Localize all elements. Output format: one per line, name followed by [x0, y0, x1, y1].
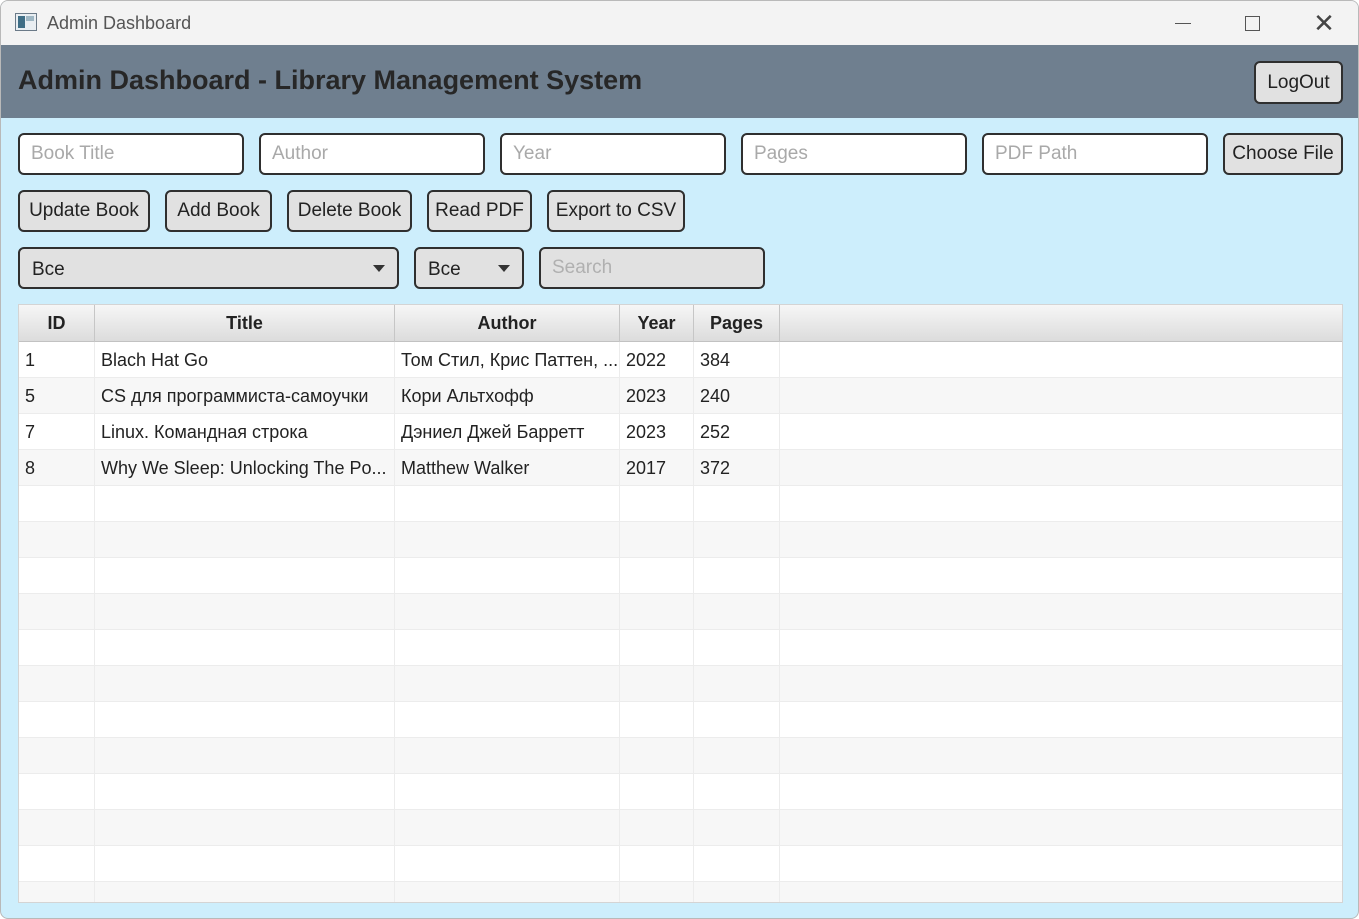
- column-header-filler: [780, 305, 1342, 342]
- app-window: Admin Dashboard ✕ Admin Dashboard - Libr…: [0, 0, 1359, 919]
- search-input[interactable]: [539, 247, 765, 289]
- cell-year: 2023: [620, 414, 694, 450]
- empty-row: [19, 810, 1342, 846]
- maximize-icon: [1244, 15, 1260, 31]
- cell-title: Blach Hat Go: [95, 342, 395, 378]
- chevron-down-icon: [498, 265, 510, 272]
- cell-author: Matthew Walker: [395, 450, 620, 486]
- cell-filler: [780, 450, 1342, 486]
- window-title: Admin Dashboard: [47, 13, 192, 33]
- cell-id: 8: [19, 450, 95, 486]
- filter-dropdown-2-value: Все: [428, 259, 461, 280]
- cell-author: Дэниел Джей Барретт: [395, 414, 620, 450]
- empty-row: [19, 522, 1342, 558]
- header-bar: Admin Dashboard - Library Management Sys…: [1, 45, 1358, 118]
- empty-row: [19, 882, 1342, 902]
- empty-row: [19, 594, 1342, 630]
- empty-row: [19, 558, 1342, 594]
- app-icon: [15, 13, 37, 31]
- empty-row: [19, 846, 1342, 882]
- cell-title: Linux. Командная строка: [95, 414, 395, 450]
- read-pdf-button[interactable]: Read PDF: [427, 190, 532, 232]
- cell-pages: 372: [694, 450, 780, 486]
- cell-pages: 384: [694, 342, 780, 378]
- choose-file-button[interactable]: Choose File: [1223, 133, 1343, 175]
- export-csv-button[interactable]: Export to CSV: [547, 190, 685, 232]
- maximize-button[interactable]: [1217, 1, 1287, 45]
- empty-row: [19, 702, 1342, 738]
- books-table: ID Title Author Year Pages 1 Blach Hat G…: [18, 304, 1343, 903]
- filter-dropdown-1[interactable]: Все: [18, 247, 399, 289]
- table-header: ID Title Author Year Pages: [19, 305, 1342, 342]
- cell-pages: 240: [694, 378, 780, 414]
- chevron-down-icon: [373, 265, 385, 272]
- update-book-button[interactable]: Update Book: [18, 190, 150, 232]
- table-body: 1 Blach Hat Go Том Стил, Крис Паттен, ..…: [19, 342, 1342, 902]
- cell-title: Why We Sleep: Unlocking The Po...: [95, 450, 395, 486]
- cell-year: 2023: [620, 378, 694, 414]
- author-input[interactable]: [259, 133, 485, 175]
- table-row[interactable]: 1 Blach Hat Go Том Стил, Крис Паттен, ..…: [19, 342, 1342, 378]
- column-header-author[interactable]: Author: [395, 305, 620, 342]
- close-button[interactable]: ✕: [1289, 1, 1358, 45]
- empty-row: [19, 486, 1342, 522]
- cell-year: 2017: [620, 450, 694, 486]
- column-header-year[interactable]: Year: [620, 305, 694, 342]
- empty-row: [19, 774, 1342, 810]
- cell-id: 5: [19, 378, 95, 414]
- year-input[interactable]: [500, 133, 726, 175]
- pages-input[interactable]: [741, 133, 967, 175]
- empty-row: [19, 666, 1342, 702]
- column-header-pages[interactable]: Pages: [694, 305, 780, 342]
- filter-dropdown-2[interactable]: Все: [414, 247, 524, 289]
- column-header-title[interactable]: Title: [95, 305, 395, 342]
- minimize-button[interactable]: [1148, 1, 1218, 45]
- cell-author: Кори Альтхофф: [395, 378, 620, 414]
- add-book-button[interactable]: Add Book: [165, 190, 272, 232]
- book-title-input[interactable]: [18, 133, 244, 175]
- column-header-id[interactable]: ID: [19, 305, 95, 342]
- pdf-path-input[interactable]: [982, 133, 1208, 175]
- delete-book-button[interactable]: Delete Book: [287, 190, 412, 232]
- cell-author: Том Стил, Крис Паттен, ...: [395, 342, 620, 378]
- empty-row: [19, 630, 1342, 666]
- close-icon: ✕: [1313, 7, 1335, 38]
- table-row[interactable]: 8 Why We Sleep: Unlocking The Po... Matt…: [19, 450, 1342, 486]
- cell-id: 7: [19, 414, 95, 450]
- table-row[interactable]: 7 Linux. Командная строка Дэниел Джей Ба…: [19, 414, 1342, 450]
- cell-filler: [780, 342, 1342, 378]
- title-bar: Admin Dashboard ✕: [1, 1, 1358, 45]
- table-row[interactable]: 5 CS для программиста-самоучки Кори Альт…: [19, 378, 1342, 414]
- logout-button[interactable]: LogOut: [1254, 61, 1343, 104]
- cell-year: 2022: [620, 342, 694, 378]
- cell-pages: 252: [694, 414, 780, 450]
- empty-row: [19, 738, 1342, 774]
- cell-id: 1: [19, 342, 95, 378]
- cell-filler: [780, 414, 1342, 450]
- cell-filler: [780, 378, 1342, 414]
- cell-title: CS для программиста-самоучки: [95, 378, 395, 414]
- minimize-icon: [1175, 22, 1191, 24]
- filter-dropdown-1-value: Все: [32, 259, 65, 280]
- page-title: Admin Dashboard - Library Management Sys…: [18, 65, 643, 95]
